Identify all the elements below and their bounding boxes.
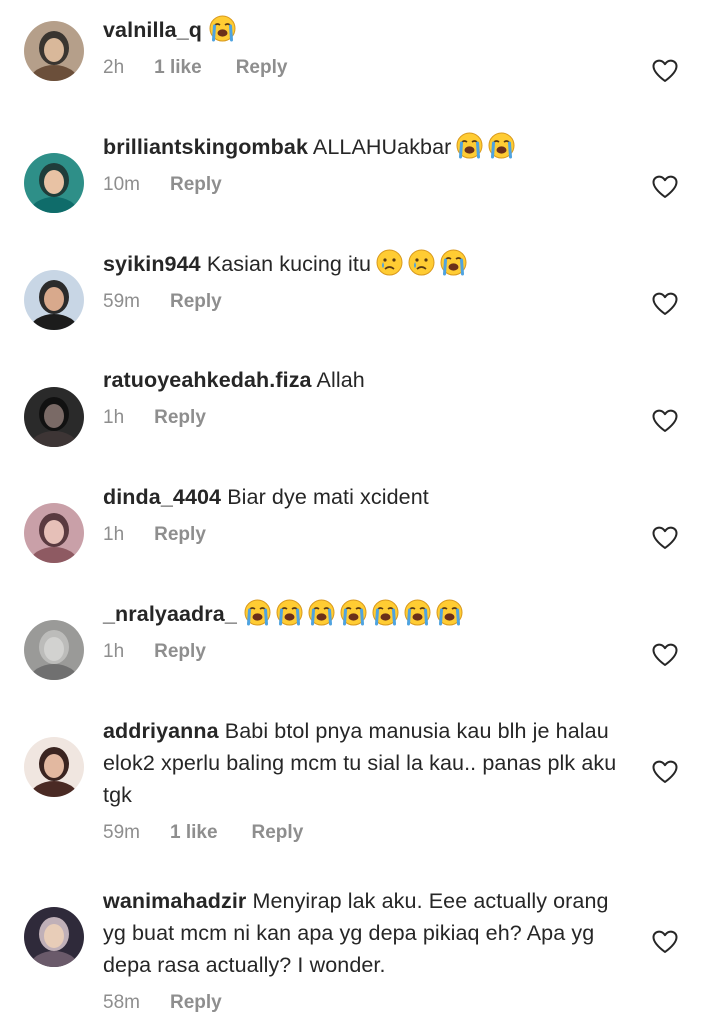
comment-timestamp: 1h xyxy=(103,641,125,662)
comment-text: ratuoyeahkedah.fiza Allah xyxy=(103,364,623,396)
loudly-crying-face-emoji xyxy=(440,249,467,276)
loudly-crying-face-emoji xyxy=(244,599,271,626)
comment-timestamp: 1h xyxy=(103,524,125,545)
comment-username[interactable]: brilliantskingombak xyxy=(103,135,308,159)
reply-button[interactable]: Reply xyxy=(236,56,288,80)
avatar[interactable] xyxy=(24,270,84,330)
heart-outline-icon[interactable] xyxy=(652,292,678,316)
comment-meta: 1h Reply xyxy=(103,406,623,430)
comment-likes-count[interactable]: 1 like xyxy=(154,56,202,80)
comment-username[interactable]: valnilla_q xyxy=(103,18,202,42)
comment-text: dinda_4404 Biar dye mati xcident xyxy=(103,481,623,513)
heart-outline-icon[interactable] xyxy=(652,760,678,784)
comment-body: addriyanna Babi btol pnya manusia kau bl… xyxy=(103,715,623,845)
comment-username[interactable]: syikin944 xyxy=(103,252,201,276)
comment-body: dinda_4404 Biar dye mati xcident 1h Reply xyxy=(103,481,623,547)
reply-button[interactable]: Reply xyxy=(154,406,206,430)
comment-timestamp: 10m xyxy=(103,174,140,195)
comment-timestamp: 59m xyxy=(103,822,140,843)
comment-username[interactable]: dinda_4404 xyxy=(103,485,221,509)
comment-text: brilliantskingombak ALLAHUakbar xyxy=(103,131,623,163)
comment-text: wanimahadzir Menyirap lak aku. Eee actua… xyxy=(103,885,623,981)
loudly-crying-face-emoji xyxy=(456,132,483,159)
comment-meta: 58m Reply xyxy=(103,991,623,1015)
comment-body: wanimahadzir Menyirap lak aku. Eee actua… xyxy=(103,885,623,1015)
reply-button[interactable]: Reply xyxy=(154,640,206,664)
heart-outline-icon[interactable] xyxy=(652,59,678,83)
avatar[interactable] xyxy=(24,907,84,967)
comment-message: Allah xyxy=(316,368,365,392)
comment-body: ratuoyeahkedah.fiza Allah 1h Reply xyxy=(103,364,623,430)
reply-button[interactable]: Reply xyxy=(252,821,304,845)
comment-text: _nralyaadra_ xyxy=(103,598,623,630)
avatar[interactable] xyxy=(24,620,84,680)
avatar[interactable] xyxy=(24,387,84,447)
avatar[interactable] xyxy=(24,153,84,213)
heart-outline-icon[interactable] xyxy=(652,409,678,433)
comment-message: Biar dye mati xcident xyxy=(227,485,429,509)
reply-button[interactable]: Reply xyxy=(170,991,222,1015)
comment-message: Kasian kucing itu xyxy=(206,252,372,276)
reply-button[interactable]: Reply xyxy=(170,290,222,314)
comment-text: addriyanna Babi btol pnya manusia kau bl… xyxy=(103,715,623,811)
comment-message: ALLAHUakbar xyxy=(312,135,452,159)
comment-username[interactable]: wanimahadzir xyxy=(103,889,246,913)
reply-button[interactable]: Reply xyxy=(154,523,206,547)
loudly-crying-face-emoji xyxy=(308,599,335,626)
loudly-crying-face-emoji xyxy=(209,15,236,42)
comment-username[interactable]: addriyanna xyxy=(103,719,219,743)
loudly-crying-face-emoji xyxy=(276,599,303,626)
comment-body: brilliantskingombak ALLAHUakbar 10m Reply xyxy=(103,131,623,197)
loudly-crying-face-emoji xyxy=(340,599,367,626)
comment-username[interactable]: ratuoyeahkedah.fiza xyxy=(103,368,312,392)
comment-body: valnilla_q 2h 1 like Reply xyxy=(103,14,623,80)
heart-outline-icon[interactable] xyxy=(652,643,678,667)
comment-timestamp: 59m xyxy=(103,291,140,312)
comment-text: syikin944 Kasian kucing itu xyxy=(103,248,623,280)
heart-outline-icon[interactable] xyxy=(652,175,678,199)
heart-outline-icon[interactable] xyxy=(652,930,678,954)
avatar[interactable] xyxy=(24,503,84,563)
loudly-crying-face-emoji xyxy=(372,599,399,626)
avatar[interactable] xyxy=(24,21,84,81)
avatar[interactable] xyxy=(24,737,84,797)
comment-meta: 59m 1 like Reply xyxy=(103,821,623,845)
heart-outline-icon[interactable] xyxy=(652,526,678,550)
comment-body: _nralyaadra_ 1h Reply xyxy=(103,598,623,664)
comment-timestamp: 1h xyxy=(103,407,125,428)
comments-list: valnilla_q 2h 1 like Reply brilliantskingo… xyxy=(0,0,718,1024)
comment-timestamp: 2h xyxy=(103,57,125,78)
comment-meta: 10m Reply xyxy=(103,173,623,197)
comment-meta: 59m Reply xyxy=(103,290,623,314)
crying-face-emoji xyxy=(376,249,403,276)
comment-meta: 2h 1 like Reply xyxy=(103,56,623,80)
loudly-crying-face-emoji xyxy=(436,599,463,626)
comment-body: syikin944 Kasian kucing itu 59m Reply xyxy=(103,248,623,314)
reply-button[interactable]: Reply xyxy=(170,173,222,197)
comment-likes-count[interactable]: 1 like xyxy=(170,821,218,845)
comment-text: valnilla_q xyxy=(103,14,623,46)
crying-face-emoji xyxy=(408,249,435,276)
comment-username[interactable]: _nralyaadra_ xyxy=(103,602,237,626)
loudly-crying-face-emoji xyxy=(404,599,431,626)
comment-meta: 1h Reply xyxy=(103,523,623,547)
comment-timestamp: 58m xyxy=(103,992,140,1013)
loudly-crying-face-emoji xyxy=(488,132,515,159)
comment-meta: 1h Reply xyxy=(103,640,623,664)
